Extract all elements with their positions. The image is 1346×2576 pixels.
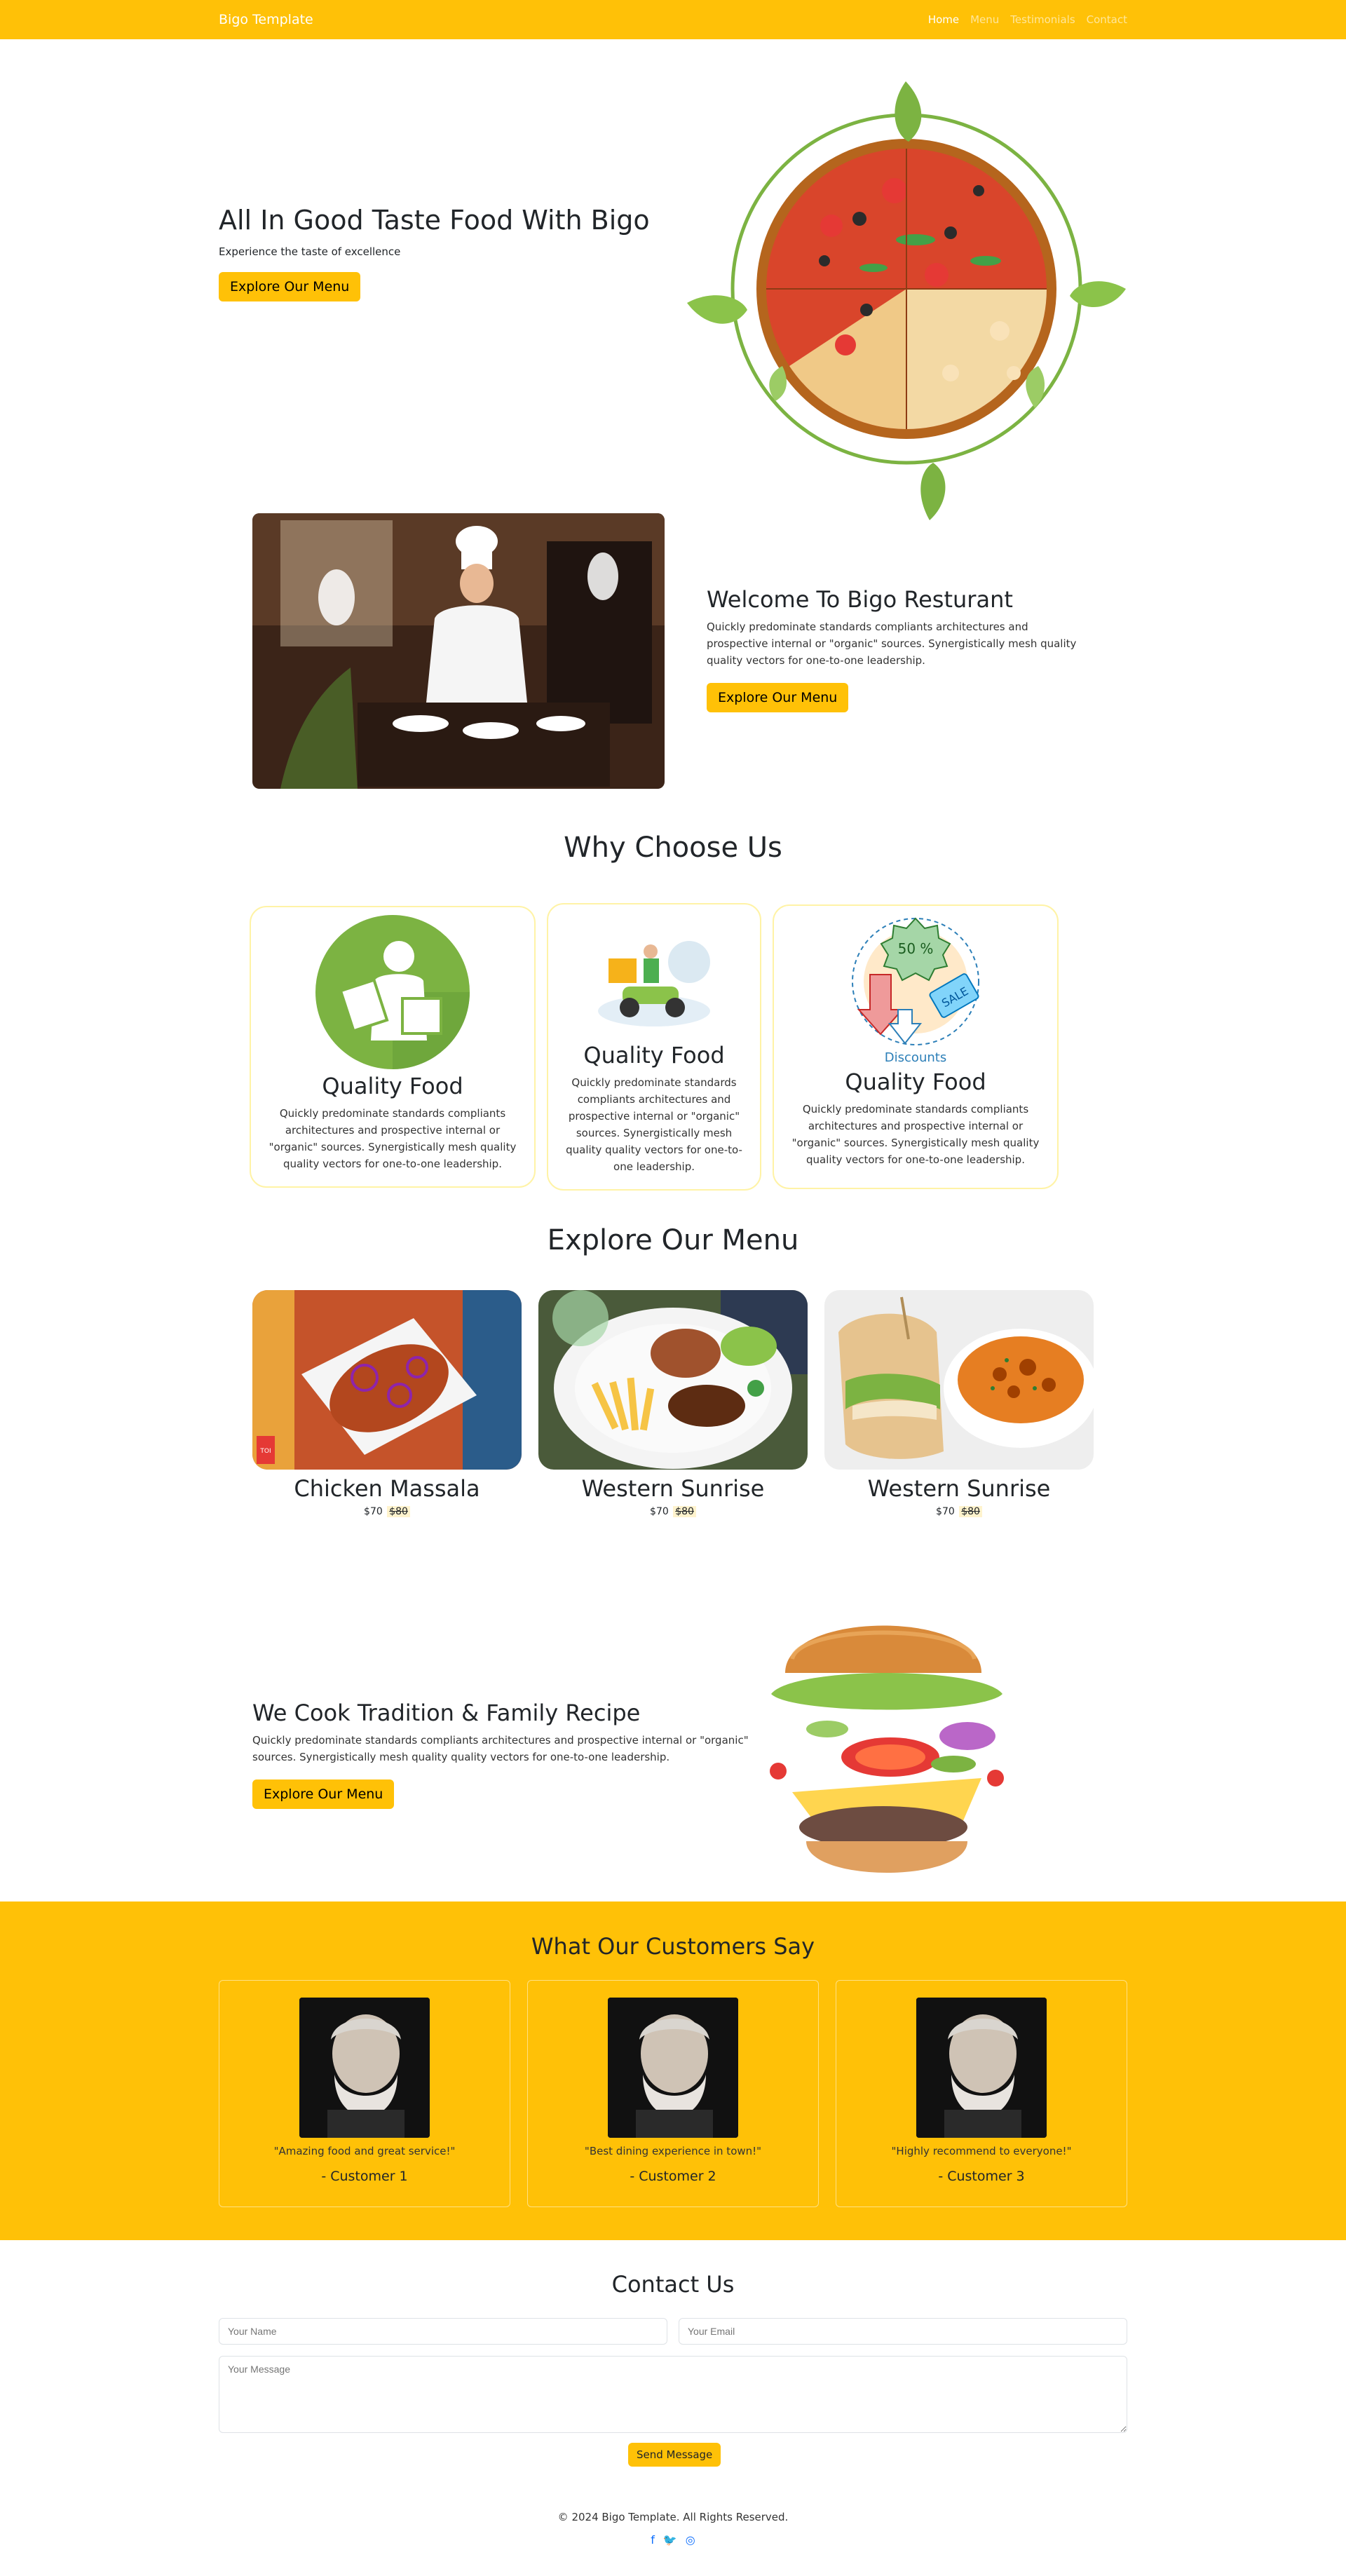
discounts-icon: 50 % SALE Discounts	[852, 917, 979, 1065]
menu-item-1[interactable]: TOI Chicken Massala $70 $80	[252, 1290, 522, 1517]
brand-logo[interactable]: Bigo Template	[219, 12, 313, 27]
why-card-3: 50 % SALE Discounts Quality Food Quickly…	[773, 904, 1059, 1189]
menu-item-1-price-row: $70 $80	[252, 1506, 522, 1517]
testimonial-3-quote: "Highly recommend to everyone!"	[891, 2145, 1072, 2157]
message-textarea[interactable]	[219, 2356, 1127, 2433]
copyright-text: © 2024 Bigo Template. All Rights Reserve…	[557, 2511, 789, 2523]
welcome-text: Welcome To Bigo Resturant Quickly predom…	[707, 586, 1085, 712]
menu-item-3-price-row: $70 $80	[824, 1506, 1094, 1517]
western-sunrise-photo-1	[538, 1290, 808, 1470]
chef-photo	[252, 513, 665, 789]
menu-item-3[interactable]: Western Sunrise $70 $80	[824, 1290, 1098, 1517]
testimonial-3-author: - Customer 3	[938, 2169, 1025, 2184]
menu-section: Explore Our Menu TOI Chicken Massala $70…	[0, 1224, 1346, 1575]
western-sunrise-photo-2	[824, 1290, 1098, 1470]
recipe-section: We Cook Tradition & Family Recipe Quickl…	[0, 1575, 1346, 1902]
customer-1-avatar	[299, 1998, 430, 2138]
pizza-image	[687, 81, 1126, 520]
testimonial-card-1: "Amazing food and great service!" - Cust…	[219, 1980, 510, 2207]
name-input[interactable]	[219, 2318, 667, 2345]
badge-percent: 50 %	[898, 940, 934, 957]
testimonial-1-author: - Customer 1	[321, 2169, 408, 2184]
menu-item-1-name: Chicken Massala	[294, 1475, 480, 1502]
hero-title: All In Good Taste Food With Bigo	[219, 205, 650, 236]
email-input[interactable]	[679, 2318, 1127, 2345]
welcome-description: Quickly predominate standards compliants…	[707, 621, 1077, 667]
welcome-section: Welcome To Bigo Resturant Quickly predom…	[0, 481, 1346, 832]
why-card-2-text: Quickly predominate standards compliants…	[566, 1076, 742, 1173]
menu-item-2-old-price: $80	[673, 1506, 696, 1517]
menu-title: Explore Our Menu	[547, 1224, 799, 1256]
why-card-3-text: Quickly predominate standards compliants…	[791, 1103, 1040, 1166]
menu-item-3-price: $70	[936, 1506, 955, 1517]
nav-links: Home Menu Testimonials Contact	[928, 13, 1127, 26]
recipe-explore-button[interactable]: Explore Our Menu	[252, 1780, 395, 1809]
nav-link-home[interactable]: Home	[928, 13, 959, 26]
nav-link-menu[interactable]: Menu	[970, 13, 999, 26]
burger-image	[770, 1625, 1004, 1873]
customer-3-avatar	[916, 1998, 1047, 2138]
contact-title: Contact Us	[611, 2271, 735, 2298]
menu-item-2-price: $70	[650, 1506, 669, 1517]
menu-item-2-price-row: $70 $80	[538, 1506, 808, 1517]
why-card-1-title: Quality Food	[322, 1073, 463, 1099]
chicken-massala-photo: TOI	[252, 1290, 522, 1470]
recipe-title: We Cook Tradition & Family Recipe	[252, 1700, 641, 1726]
contact-section: Contact Us Send Message	[0, 2240, 1346, 2500]
testimonial-1-quote: "Amazing food and great service!"	[273, 2145, 456, 2157]
testimonials-section: What Our Customers Say "Amazing food and…	[0, 1902, 1346, 2240]
menu-logo-badge: TOI	[259, 1448, 271, 1455]
why-title: Why Choose Us	[564, 832, 782, 864]
why-card-2: Quality Food Quickly predominate standar…	[547, 903, 761, 1191]
scooter-delivery-icon	[598, 941, 710, 1026]
testimonial-2-quote: "Best dining experience in town!"	[584, 2145, 762, 2157]
menu-item-1-old-price: $80	[387, 1506, 410, 1517]
navbar: Bigo Template Home Menu Testimonials Con…	[0, 0, 1346, 39]
menu-item-1-price: $70	[364, 1506, 383, 1517]
social-links: f 🐦 ◎	[0, 2533, 1346, 2547]
menu-item-2[interactable]: Western Sunrise $70 $80	[538, 1290, 808, 1517]
menu-item-2-name: Western Sunrise	[581, 1475, 765, 1502]
testimonials-title: What Our Customers Say	[531, 1933, 815, 1960]
testimonial-card-3: "Highly recommend to everyone!" - Custom…	[836, 1980, 1127, 2207]
testimonial-2-author: - Customer 2	[630, 2169, 716, 2184]
hero-section: All In Good Taste Food With Bigo Experie…	[0, 39, 1346, 520]
welcome-title: Welcome To Bigo Resturant	[707, 586, 1013, 613]
instagram-icon[interactable]: ◎	[686, 2533, 695, 2547]
welcome-explore-button[interactable]: Explore Our Menu	[707, 683, 849, 712]
customer-2-avatar	[608, 1998, 738, 2138]
recipe-text: We Cook Tradition & Family Recipe Quickl…	[252, 1700, 757, 1809]
discounts-label: Discounts	[885, 1050, 946, 1065]
why-card-2-title: Quality Food	[583, 1042, 725, 1069]
why-card-1-text: Quickly predominate standards compliants…	[268, 1107, 517, 1170]
testimonial-card-2: "Best dining experience in town!" - Cust…	[527, 1980, 819, 2207]
hero-subtitle: Experience the taste of excellence	[219, 245, 401, 258]
hero-text: All In Good Taste Food With Bigo Experie…	[219, 205, 667, 301]
why-choose-section: Why Choose Us Quality Food Quickly predo…	[0, 832, 1346, 1224]
menu-item-3-name: Western Sunrise	[867, 1475, 1051, 1502]
delivery-person-icon	[315, 915, 470, 1069]
footer: © 2024 Bigo Template. All Rights Reserve…	[0, 2500, 1346, 2567]
menu-item-3-old-price: $80	[959, 1506, 982, 1517]
recipe-description: Quickly predominate standards compliants…	[252, 1734, 749, 1763]
why-card-1: Quality Food Quickly predominate standar…	[250, 906, 536, 1188]
why-card-3-title: Quality Food	[845, 1069, 986, 1095]
hero-explore-button[interactable]: Explore Our Menu	[219, 271, 361, 301]
nav-link-testimonials[interactable]: Testimonials	[1010, 13, 1075, 26]
nav-link-contact[interactable]: Contact	[1087, 13, 1127, 26]
twitter-icon[interactable]: 🐦	[663, 2533, 677, 2547]
facebook-icon[interactable]: f	[651, 2533, 655, 2547]
send-message-button[interactable]: Send Message	[628, 2443, 721, 2467]
